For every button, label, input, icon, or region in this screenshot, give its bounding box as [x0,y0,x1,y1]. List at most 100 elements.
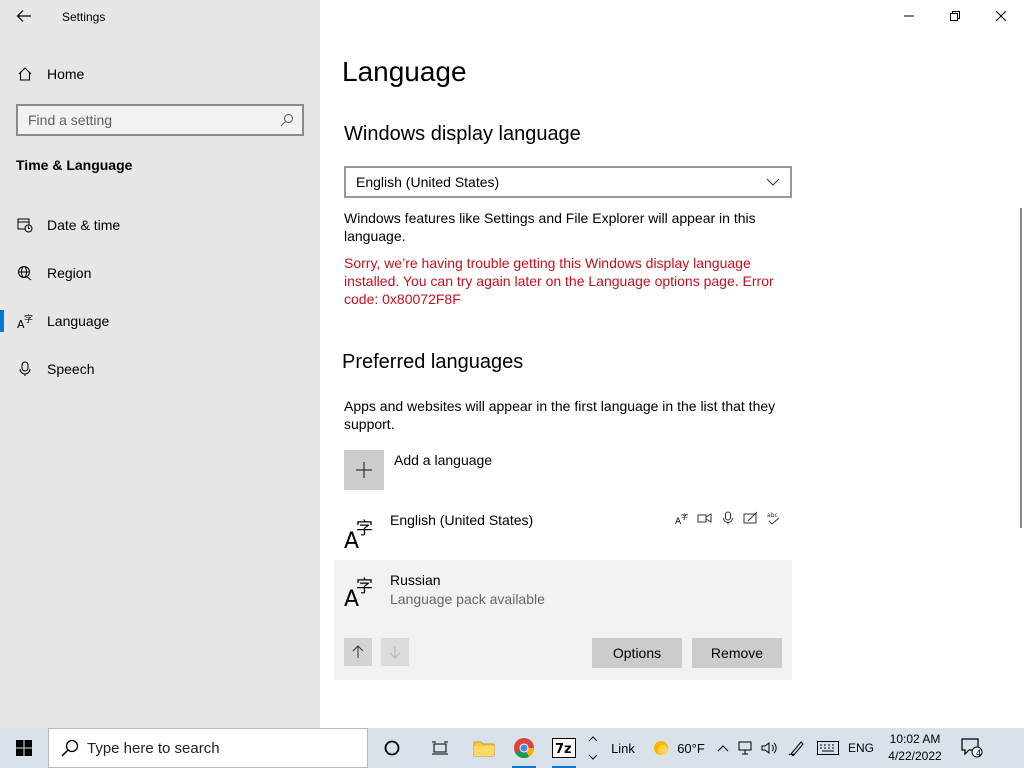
handwriting-feature-icon [743,510,759,526]
chrome-button[interactable] [504,728,544,768]
pen-icon [788,741,804,756]
pen-workspace-button[interactable] [782,728,812,768]
sidebar: Settings Home Find a setting Time & Lang… [0,0,320,728]
microphone-icon [16,360,34,378]
speaker-icon [761,742,777,754]
minimize-icon [904,15,914,17]
weather-sun-icon [654,741,669,755]
sidebar-item-label: Language [47,313,110,329]
svg-text:字: 字 [24,313,33,325]
language-item-english[interactable]: A字 English (United States) A字 abc [334,502,792,558]
back-button[interactable] [10,4,38,28]
minimize-button[interactable] [886,0,932,32]
svg-text:7z: 7z [555,742,572,757]
task-view-button[interactable] [416,728,464,768]
cortana-button[interactable] [368,728,416,768]
svg-text:字: 字 [681,512,688,521]
display-language-value: English (United States) [356,174,500,190]
options-button[interactable]: Options [592,638,682,668]
windows-logo-icon [16,740,32,756]
chevron-up-icon [717,745,729,752]
folder-icon [473,741,495,757]
svg-text:字: 字 [356,577,373,597]
file-explorer-button[interactable] [464,728,504,768]
page-title: Language [342,56,467,87]
close-icon [996,11,1006,21]
search-icon [61,739,79,757]
restore-icon [950,11,960,21]
language-item-russian[interactable]: A字 Russian Language pack available Optio… [334,560,792,680]
sidebar-item-label: Date & time [47,217,121,233]
remove-button[interactable]: Remove [692,638,782,668]
volume-button[interactable] [758,728,782,768]
home-link[interactable]: Home [16,62,84,86]
notification-count: 4 [976,748,982,758]
speech-feature-icon [720,510,736,526]
link-toolbar[interactable]: Link [602,728,644,768]
language-name: English (United States) [390,512,534,528]
settings-search[interactable]: Find a setting [16,104,304,136]
preferred-languages-description: Apps and websites will appear in the fir… [344,398,776,432]
display-language-dropdown[interactable]: English (United States) [344,166,792,198]
language-features: A字 abc [674,510,782,526]
add-language-label: Add a language [394,452,493,468]
network-icon [738,741,752,755]
scroll-arrows-icon [588,736,598,760]
network-button[interactable] [734,728,758,768]
7zip-icon: 7z [552,738,576,758]
sidebar-item-date-time[interactable]: Date & time [0,205,320,245]
taskbar-search[interactable]: Type here to search [48,728,368,768]
task-view-icon [432,741,448,755]
add-language-button[interactable]: Add a language [344,450,492,490]
restore-button[interactable] [932,0,978,32]
keyboard-icon [817,741,839,755]
7zip-button[interactable]: 7z [544,728,584,768]
display-language-error: Sorry, we’re having trouble getting this… [344,255,774,307]
input-language-indicator[interactable]: ENG [844,728,878,768]
back-arrow-icon [16,10,31,22]
language-name: Russian [390,572,441,588]
move-up-button[interactable] [344,638,372,666]
display-language-heading: Windows display language [344,123,581,145]
action-center-button[interactable]: 4 [952,728,992,768]
preferred-languages-heading: Preferred languages [342,351,524,373]
clock-date: 4/22/2022 [888,749,942,763]
clock[interactable]: 10:02 AM 4/22/2022 [878,728,952,768]
plus-icon [344,450,384,490]
home-label: Home [47,66,85,82]
scrollbar[interactable] [1020,208,1022,528]
calendar-clock-icon [16,216,34,234]
svg-text:abc: abc [767,512,778,519]
text-to-speech-feature-icon [697,510,713,526]
language-glyph-icon: A字 [344,519,373,552]
arrow-up-icon [352,645,364,658]
app-title: Settings [62,10,106,24]
sidebar-item-language[interactable]: A字 Language [0,301,320,341]
display-language-description: Windows features like Settings and File … [344,210,756,244]
taskbar: Type here to search 7z Link 60°F ENG 10:… [0,728,1024,768]
taskbar-scroll[interactable] [584,728,602,768]
touch-keyboard-button[interactable] [812,728,844,768]
chrome-icon [514,738,535,759]
cortana-icon [384,740,400,756]
sidebar-item-label: Region [47,265,92,281]
sidebar-item-label: Speech [47,361,95,377]
globe-icon [16,264,34,282]
settings-search-input[interactable]: Find a setting [28,112,280,128]
sidebar-item-speech[interactable]: Speech [0,349,320,389]
language-icon: A字 [16,312,34,330]
display-language-feature-icon: A字 [674,510,690,526]
start-button[interactable] [0,728,48,768]
home-icon [16,65,34,83]
sidebar-item-region[interactable]: Region [0,253,320,293]
svg-text:字: 字 [356,519,373,539]
language-glyph-icon: A字 [344,577,373,610]
language-status: Language pack available [390,591,545,607]
move-down-button[interactable] [381,638,409,666]
section-title: Time & Language [16,157,133,173]
close-button[interactable] [978,0,1024,32]
search-icon [280,114,293,127]
spell-check-feature-icon: abc [766,510,782,526]
weather-widget[interactable]: 60°F [644,728,712,768]
show-hidden-icons[interactable] [712,728,734,768]
